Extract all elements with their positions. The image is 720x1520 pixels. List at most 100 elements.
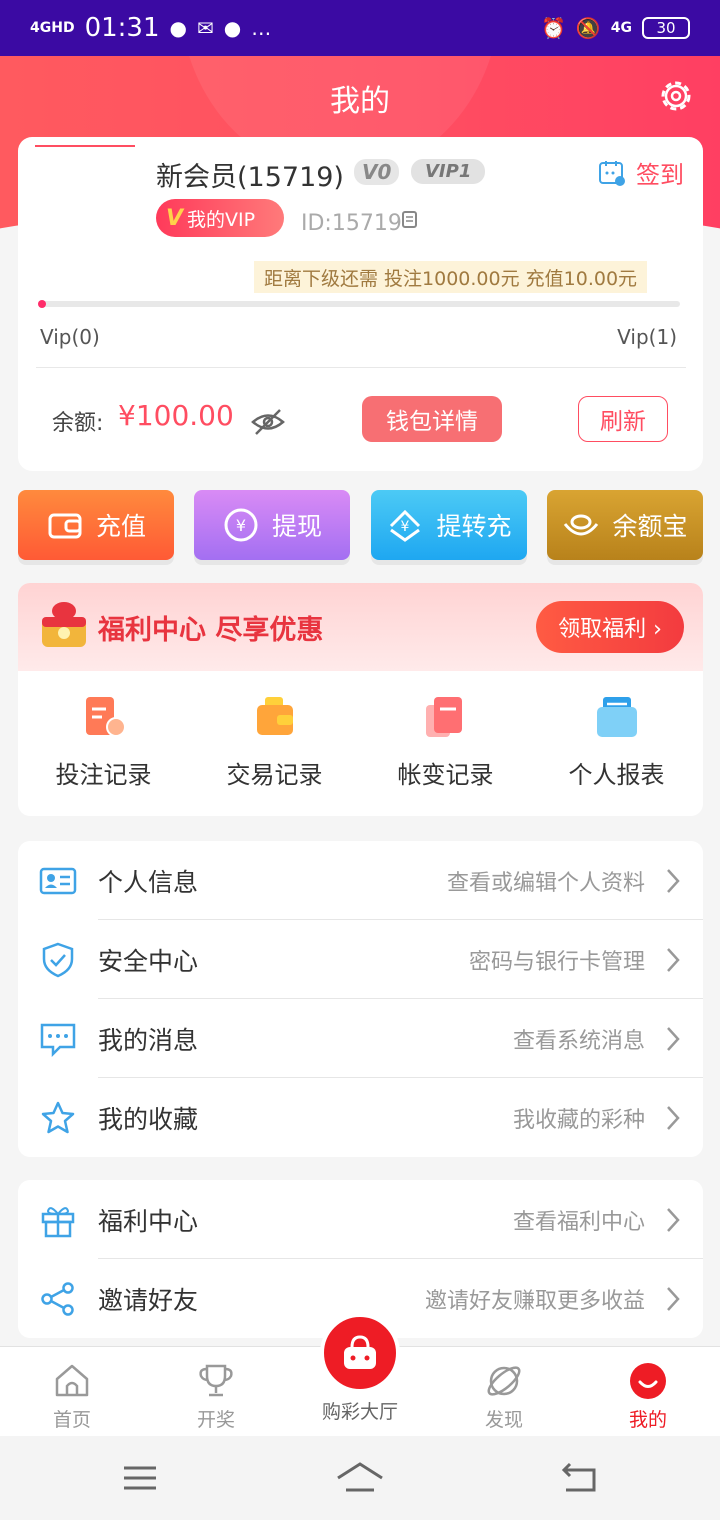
gift-icon xyxy=(41,1207,75,1238)
back-icon[interactable] xyxy=(560,1460,598,1496)
smile-icon xyxy=(630,1363,666,1399)
menu-desc: 我收藏的彩种 xyxy=(512,1107,645,1133)
treasure-chest-icon xyxy=(42,602,86,647)
withdraw-label: 提现 xyxy=(271,512,322,541)
mail-icon: ✉ xyxy=(196,16,214,40)
vip-next-level: Vip(1) xyxy=(617,325,677,349)
menu-row-personal-info[interactable]: 个人信息 查看或编辑个人资料 xyxy=(18,841,703,920)
yuebao-label: 余额宝 xyxy=(612,512,688,541)
trade-record-icon xyxy=(256,697,293,735)
chevron-right-icon xyxy=(667,1287,680,1311)
recharge-button[interactable]: 充值 xyxy=(18,490,174,560)
transfer-recharge-label: 提转充 xyxy=(436,512,512,541)
menu-row-favorites[interactable]: 我的收藏 我收藏的彩种 xyxy=(18,1078,703,1157)
my-vip-button[interactable]: V 我的VIP xyxy=(156,199,284,237)
svg-text:¥: ¥ xyxy=(236,516,246,535)
menu-desc: 查看福利中心 xyxy=(512,1209,645,1235)
signin-button[interactable]: 签到 xyxy=(598,155,684,190)
planet-icon xyxy=(487,1366,521,1396)
menu-title: 我的收藏 xyxy=(98,1104,199,1134)
transfer-recharge-button[interactable]: ¥ 提转充 xyxy=(371,490,527,560)
personal-report-label: 个人报表 xyxy=(568,761,665,789)
account-change-icon xyxy=(425,697,462,737)
wallet-details-button[interactable]: 钱包详情 xyxy=(362,396,502,442)
page-title: 我的 xyxy=(330,84,390,119)
divider xyxy=(36,367,686,368)
recharge-label: 充值 xyxy=(95,512,146,541)
tab-discover[interactable]: 发现 xyxy=(432,1347,576,1437)
home-nav-icon[interactable] xyxy=(336,1460,384,1496)
welfare-banner: 福利中心 尽享优惠 领取福利 › xyxy=(18,583,703,671)
menu-desc: 查看或编辑个人资料 xyxy=(446,870,645,896)
wallet-icon xyxy=(48,513,82,539)
tab-lottery-results[interactable]: 开奖 xyxy=(144,1347,288,1437)
status-time: 01:31 xyxy=(84,13,160,43)
vip-progress-dot xyxy=(38,300,46,308)
gear-icon[interactable] xyxy=(656,76,696,116)
menu-title: 福利中心 xyxy=(98,1206,199,1236)
my-vip-label: 我的VIP xyxy=(187,208,256,231)
next-level-requirement: 距离下级还需 投注1000.00元 充值10.00元 xyxy=(254,261,648,293)
avatar[interactable] xyxy=(35,145,135,147)
account-change-label: 帐变记录 xyxy=(397,761,494,789)
svg-text:¥: ¥ xyxy=(401,519,410,535)
lottery-hall-button[interactable] xyxy=(320,1313,400,1393)
menu-row-welfare-center[interactable]: 福利中心 查看福利中心 xyxy=(18,1180,703,1259)
user-name: 新会员(15719) xyxy=(156,162,344,193)
welfare-title: 福利中心 尽享优惠 xyxy=(98,615,324,646)
vip-current-level: Vip(0) xyxy=(40,325,100,349)
menu-list-primary: 个人信息 查看或编辑个人资料 安全中心 密码与银行卡管理 我的消息 查看系统消息… xyxy=(18,841,703,1157)
chevron-right-icon xyxy=(667,1106,680,1130)
withdraw-button[interactable]: ¥ 提现 xyxy=(194,490,350,560)
tab-label: 开奖 xyxy=(196,1409,235,1431)
shield-icon xyxy=(42,942,74,978)
tab-label: 发现 xyxy=(484,1409,523,1431)
star-icon xyxy=(41,1101,75,1134)
trade-record-item[interactable]: 交易记录 xyxy=(189,693,360,790)
tab-mine[interactable]: 我的 xyxy=(576,1347,720,1437)
alarm-icon: ⏰ xyxy=(540,16,566,40)
eye-hidden-icon[interactable] xyxy=(250,407,286,437)
ingot-icon xyxy=(564,514,599,536)
trade-record-label: 交易记录 xyxy=(226,761,323,789)
basket-icon xyxy=(344,1335,376,1369)
menu-desc: 密码与银行卡管理 xyxy=(468,949,645,975)
wechat-icon: ● xyxy=(169,16,187,40)
yuebao-button[interactable]: 余额宝 xyxy=(547,490,703,560)
menu-desc: 查看系统消息 xyxy=(512,1028,645,1054)
account-change-item[interactable]: 帐变记录 xyxy=(360,693,531,790)
tab-home[interactable]: 首页 xyxy=(0,1347,144,1437)
menu-title: 邀请好友 xyxy=(98,1285,199,1315)
calendar-icon xyxy=(599,160,625,186)
tab-lottery-hall[interactable]: 购彩大厅 xyxy=(300,1313,420,1424)
chevron-right-icon xyxy=(667,1027,680,1051)
tab-label: 购彩大厅 xyxy=(321,1401,398,1423)
yen-out-icon: ¥ xyxy=(224,508,258,542)
menu-row-messages[interactable]: 我的消息 查看系统消息 xyxy=(18,999,703,1078)
signin-label: 签到 xyxy=(636,161,684,189)
home-icon xyxy=(55,1364,89,1397)
refresh-button[interactable]: 刷新 xyxy=(578,396,668,442)
signal-indicator: 4GHD xyxy=(30,20,75,36)
chevron-right-icon xyxy=(667,1208,680,1232)
menu-icon[interactable] xyxy=(122,1460,158,1496)
bet-record-item[interactable]: 投注记录 xyxy=(18,693,189,790)
menu-row-security[interactable]: 安全中心 密码与银行卡管理 xyxy=(18,920,703,999)
system-navigation-bar xyxy=(0,1436,720,1520)
share-icon xyxy=(41,1282,74,1316)
user-card: 新会员(15719) V0 VIP1 签到 V 我的VIP ID:15719 距… xyxy=(18,137,703,471)
tab-label: 首页 xyxy=(52,1409,91,1431)
menu-title: 安全中心 xyxy=(98,946,199,976)
trophy-icon xyxy=(199,1364,233,1397)
balance-amount: ¥100.00 xyxy=(118,399,234,432)
personal-report-item[interactable]: 个人报表 xyxy=(531,693,702,790)
menu-title: 个人信息 xyxy=(98,867,199,897)
claim-welfare-button[interactable]: 领取福利 › xyxy=(536,601,684,653)
message-icon xyxy=(40,1023,76,1057)
yen-transfer-icon: ¥ xyxy=(390,509,421,542)
copy-icon[interactable] xyxy=(402,211,420,231)
more-notifications-icon: … xyxy=(251,16,272,40)
bottom-tab-bar: 首页 开奖 购彩大厅 发现 我的 xyxy=(0,1313,720,1437)
menu-desc: 邀请好友赚取更多收益 xyxy=(424,1288,645,1314)
user-id: ID:15719 xyxy=(301,211,402,236)
